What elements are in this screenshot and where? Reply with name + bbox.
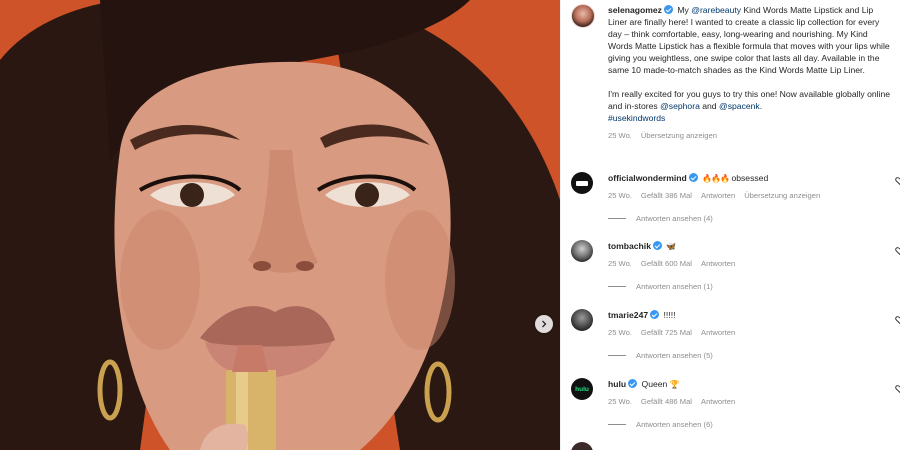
- heart-icon[interactable]: [895, 315, 900, 325]
- wondermind-logo-icon: [576, 180, 588, 186]
- heart-icon[interactable]: [895, 384, 900, 394]
- portrait-illustration: [0, 0, 560, 450]
- caption-segment: My: [674, 5, 692, 15]
- like-count[interactable]: Gefällt 486 Mal: [641, 397, 692, 406]
- comment-text: officialwondermind 🔥🔥🔥 obsessed: [608, 172, 878, 185]
- comments-panel: selenagomez My @rarebeauty Kind Words Ma…: [560, 0, 900, 450]
- caption-meta: 25 Wo. Übersetzung anzeigen: [608, 130, 892, 142]
- verified-badge-icon: [688, 173, 698, 182]
- view-replies-label: Antworten ansehen (1): [636, 282, 713, 291]
- caption-text: selenagomez My @rarebeauty Kind Words Ma…: [608, 4, 892, 142]
- view-replies-button[interactable]: Antworten ansehen (5): [608, 351, 713, 360]
- trophy-emoji: 🏆: [669, 380, 680, 389]
- like-count[interactable]: Gefällt 386 Mal: [641, 191, 692, 200]
- post-image[interactable]: [0, 0, 560, 450]
- replies-divider: [608, 218, 626, 219]
- hulu-logo: hulu: [575, 385, 589, 393]
- caption-paragraph-2: I'm really excited for you guys to try t…: [608, 88, 892, 124]
- commenter-avatar[interactable]: hulu: [571, 378, 593, 400]
- like-count[interactable]: Gefällt 725 Mal: [641, 328, 692, 337]
- mention-sephora[interactable]: @sephora: [660, 101, 700, 111]
- comment-body: Queen: [641, 379, 668, 389]
- reply-button[interactable]: Antworten: [701, 397, 735, 406]
- verified-badge-icon: [652, 241, 662, 250]
- view-replies-label: Antworten ansehen (5): [636, 351, 713, 360]
- translate-link[interactable]: Übersetzung anzeigen: [641, 131, 717, 140]
- comment-body: !!!!!: [663, 310, 676, 320]
- replies-divider: [608, 286, 626, 287]
- commenter-avatar[interactable]: [571, 172, 593, 194]
- view-replies-label: Antworten ansehen (6): [636, 420, 713, 429]
- comment-text: hulu Queen 🏆: [608, 378, 878, 391]
- verified-badge-icon: [650, 310, 660, 319]
- butterfly-emoji: 🦋: [666, 242, 677, 251]
- commenter-username[interactable]: tmarie247: [608, 310, 648, 320]
- view-replies-button[interactable]: Antworten ansehen (4): [608, 214, 713, 223]
- commenter-avatar[interactable]: [571, 309, 593, 331]
- comment-time: 25 Wo.: [608, 259, 632, 268]
- view-replies-button[interactable]: Antworten ansehen (6): [608, 420, 713, 429]
- translate-link[interactable]: Übersetzung anzeigen: [744, 191, 820, 200]
- commenter-username[interactable]: officialwondermind: [608, 173, 687, 183]
- comment-meta: 25 Wo. Gefällt 725 Mal Antworten: [608, 328, 744, 337]
- chevron-right-icon: [542, 320, 547, 328]
- comment-meta: 25 Wo. Gefällt 486 Mal Antworten: [608, 397, 744, 406]
- comment-time: 25 Wo.: [608, 191, 632, 200]
- post-time: 25 Wo.: [608, 131, 632, 140]
- fire-emoji: 🔥🔥🔥: [702, 174, 730, 183]
- caption-segment: .: [759, 101, 763, 111]
- comment-time: 25 Wo.: [608, 397, 632, 406]
- caption-segment: Kind Words Matte Lipstick and Lip Liner …: [608, 5, 890, 75]
- comment-text: tmarie247 !!!!!: [608, 309, 878, 321]
- commenter-avatar[interactable]: [571, 240, 593, 262]
- view-replies-button[interactable]: Antworten ansehen (1): [608, 282, 713, 291]
- replies-divider: [608, 424, 626, 425]
- commenter-username[interactable]: tombachik: [608, 241, 651, 251]
- comment-body: obsessed: [731, 173, 769, 183]
- comment-time: 25 Wo.: [608, 328, 632, 337]
- mention-rarebeauty[interactable]: @rarebeauty: [691, 5, 741, 15]
- author-avatar[interactable]: [571, 4, 595, 28]
- next-commenter-avatar[interactable]: [571, 442, 593, 450]
- verified-badge-icon: [663, 5, 673, 14]
- replies-divider: [608, 355, 626, 356]
- heart-icon[interactable]: [895, 246, 900, 256]
- caption-segment: and: [699, 101, 719, 111]
- hashtag-link[interactable]: #usekindwords: [608, 113, 665, 123]
- reply-button[interactable]: Antworten: [701, 328, 735, 337]
- mention-spacenk[interactable]: @spacenk: [719, 101, 760, 111]
- author-username[interactable]: selenagomez: [608, 5, 662, 15]
- reply-button[interactable]: Antworten: [701, 191, 735, 200]
- like-count[interactable]: Gefällt 600 Mal: [641, 259, 692, 268]
- view-replies-label: Antworten ansehen (4): [636, 214, 713, 223]
- heart-icon[interactable]: [895, 176, 900, 186]
- next-image-button[interactable]: [535, 315, 553, 333]
- commenter-username[interactable]: hulu: [608, 379, 626, 389]
- reply-button[interactable]: Antworten: [701, 259, 735, 268]
- comment-meta: 25 Wo. Gefällt 386 Mal Antworten Übersetzun…: [608, 191, 829, 200]
- verified-badge-icon: [628, 379, 638, 388]
- comment-text: tombachik 🦋: [608, 240, 878, 253]
- comment-meta: 25 Wo. Gefällt 600 Mal Antworten: [608, 259, 744, 268]
